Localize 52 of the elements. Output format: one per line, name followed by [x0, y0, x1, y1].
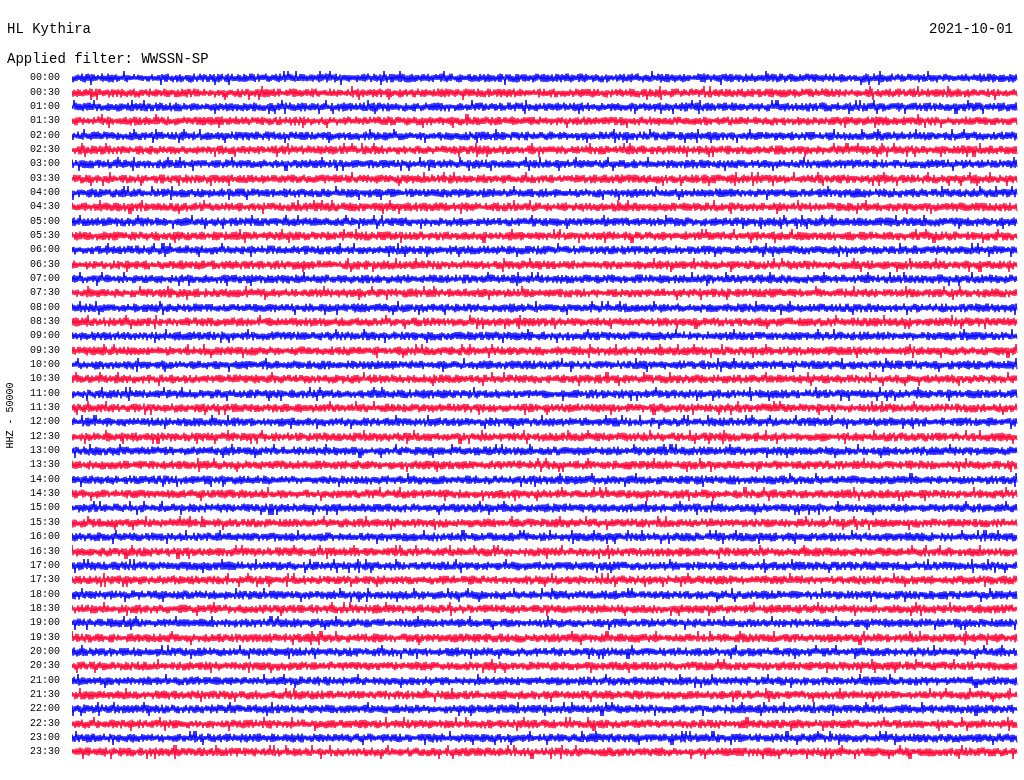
time-label: 03:00 [29, 159, 61, 170]
axis-label: HHZ - 50000 [3, 382, 17, 449]
time-label: 05:00 [29, 216, 61, 227]
time-label: 01:30 [29, 116, 61, 127]
time-label: 18:00 [29, 589, 61, 600]
time-label: 06:30 [29, 259, 61, 270]
time-label: 16:00 [29, 532, 61, 543]
time-label: 17:00 [29, 560, 61, 571]
time-label: 19:30 [29, 632, 61, 643]
time-label: 12:30 [29, 431, 61, 442]
time-label: 22:00 [29, 704, 61, 715]
time-label: 21:30 [29, 689, 61, 700]
time-label: 07:00 [29, 274, 61, 284]
time-label: 04:30 [29, 202, 61, 213]
time-label: 03:30 [29, 173, 61, 184]
time-label: 23:30 [29, 747, 61, 758]
time-label: 18:30 [29, 603, 61, 614]
time-label: 09:30 [29, 345, 61, 356]
time-label: 16:30 [29, 546, 61, 557]
time-label: 09:00 [29, 331, 61, 342]
time-label: 00:30 [29, 87, 61, 98]
time-label: 05:30 [29, 230, 61, 241]
time-label: 01:00 [29, 101, 61, 112]
time-label: 15:30 [29, 517, 61, 528]
time-label: 10:00 [29, 360, 61, 371]
date-label: 2021-10-01 [929, 20, 1013, 38]
time-label: 20:00 [29, 646, 61, 657]
time-label: 10:30 [29, 374, 61, 385]
time-label: 21:00 [29, 675, 61, 686]
time-label: 22:30 [29, 718, 61, 729]
time-label: 00:00 [29, 73, 61, 84]
time-label: 11:30 [29, 403, 61, 414]
time-label: 20:30 [29, 661, 61, 672]
time-label: 19:00 [29, 618, 61, 629]
time-label: 04:00 [29, 187, 61, 198]
time-label: 06:00 [29, 245, 61, 256]
time-label: 08:30 [29, 317, 61, 327]
time-label: 17:30 [29, 575, 61, 586]
time-label: 14:00 [29, 474, 61, 485]
time-label: 13:00 [29, 446, 61, 457]
filter-label: Applied filter: WWSSN-SP [7, 51, 209, 67]
time-label: 02:30 [29, 144, 61, 155]
time-label: 02:00 [29, 130, 61, 141]
time-label: 23:00 [29, 733, 61, 743]
time-label: 15:00 [29, 503, 61, 514]
time-label: 11:00 [29, 388, 61, 399]
station-title: HL Kythira [7, 20, 91, 38]
time-label: 07:30 [29, 288, 61, 299]
time-label: 14:30 [29, 489, 61, 500]
time-label: 08:00 [29, 302, 61, 313]
time-label: 13:30 [29, 460, 61, 471]
time-label: 12:00 [29, 417, 61, 428]
